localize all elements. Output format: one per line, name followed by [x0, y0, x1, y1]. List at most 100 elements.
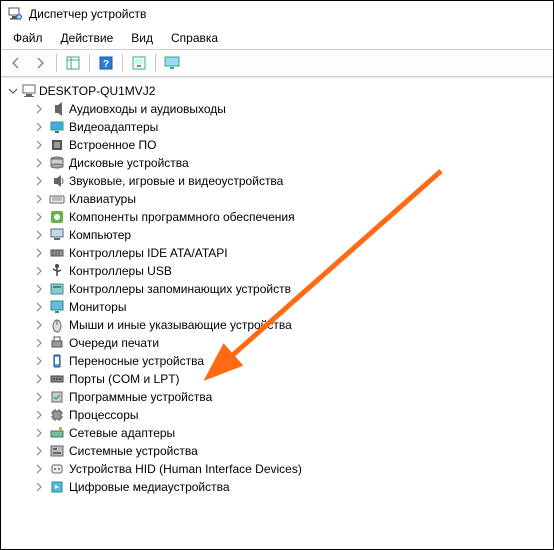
tree-item-label: Встроенное ПО	[69, 138, 156, 152]
tree-item-label: Порты (COM и LPT)	[69, 372, 180, 386]
chevron-right-icon[interactable]	[33, 445, 45, 457]
tree-item[interactable]: Мониторы	[33, 298, 551, 316]
menubar: Файл Действие Вид Справка	[1, 27, 553, 49]
tree-item-label: Устройства HID (Human Interface Devices)	[69, 462, 302, 476]
chevron-right-icon[interactable]	[33, 157, 45, 169]
window-title: Диспетчер устройств	[29, 7, 146, 21]
usb-icon	[49, 263, 65, 279]
back-button[interactable]	[5, 52, 27, 74]
audio-icon	[49, 101, 65, 117]
tree-item-label: Дисковые устройства	[69, 156, 189, 170]
printqueue-icon	[49, 335, 65, 351]
tree-item[interactable]: Контроллеры USB	[33, 262, 551, 280]
menu-action[interactable]: Действие	[53, 29, 122, 47]
tree-item-label: Процессоры	[69, 408, 139, 422]
monitor-icon	[49, 299, 65, 315]
chevron-right-icon[interactable]	[33, 481, 45, 493]
chevron-right-icon[interactable]	[33, 337, 45, 349]
chevron-right-icon[interactable]	[33, 373, 45, 385]
tree-item-label: Клавиатуры	[69, 192, 136, 206]
disk-icon	[49, 155, 65, 171]
tree-item-label: Компьютер	[69, 228, 131, 242]
tree-item[interactable]: Мыши и иные указывающие устройства	[33, 316, 551, 334]
device-manager-icon	[7, 6, 23, 22]
ide-icon	[49, 245, 65, 261]
tree-item[interactable]: Компьютер	[33, 226, 551, 244]
chevron-right-icon[interactable]	[33, 121, 45, 133]
tree-item-label: Контроллеры USB	[69, 264, 172, 278]
menu-help[interactable]: Справка	[163, 29, 226, 47]
computer-icon	[21, 83, 37, 99]
tree-item[interactable]: Цифровые медиаустройства	[33, 478, 551, 496]
tree-item[interactable]: Переносные устройства	[33, 352, 551, 370]
chevron-right-icon[interactable]	[33, 175, 45, 187]
chevron-right-icon[interactable]	[33, 427, 45, 439]
titlebar: Диспетчер устройств	[1, 1, 553, 27]
softdev-icon	[49, 389, 65, 405]
tree-item-label: Контроллеры запоминающих устройств	[69, 282, 291, 296]
hid-icon	[49, 461, 65, 477]
tree-item-label: Контроллеры IDE ATA/ATAPI	[69, 246, 228, 260]
tree-item[interactable]: Клавиатуры	[33, 190, 551, 208]
tree-item-label: Видеоадаптеры	[69, 120, 158, 134]
chevron-right-icon[interactable]	[33, 265, 45, 277]
help-button[interactable]: ?	[95, 52, 117, 74]
tree-item[interactable]: Сетевые адаптеры	[33, 424, 551, 442]
tree-item[interactable]: Системные устройства	[33, 442, 551, 460]
chevron-right-icon[interactable]	[33, 139, 45, 151]
tree-item[interactable]: Устройства HID (Human Interface Devices)	[33, 460, 551, 478]
storage-icon	[49, 281, 65, 297]
device-tree[interactable]: DESKTOP-QU1MVJ2 Аудиовходы и аудиовыходы…	[1, 77, 553, 549]
menu-view[interactable]: Вид	[123, 29, 161, 47]
tree-item-label: Компоненты программного обеспечения	[69, 210, 295, 224]
network-icon	[49, 425, 65, 441]
chevron-right-icon[interactable]	[33, 283, 45, 295]
chevron-right-icon[interactable]	[33, 301, 45, 313]
tree-item-label: Мыши и иные указывающие устройства	[69, 318, 292, 332]
menu-file[interactable]: Файл	[5, 29, 51, 47]
monitor-button[interactable]	[161, 52, 183, 74]
chevron-right-icon[interactable]	[33, 247, 45, 259]
toolbar-separator	[89, 54, 90, 72]
tree-item[interactable]: Встроенное ПО	[33, 136, 551, 154]
chevron-down-icon[interactable]	[7, 85, 19, 97]
scan-hardware-button[interactable]	[128, 52, 150, 74]
chevron-right-icon[interactable]	[33, 211, 45, 223]
software-icon	[49, 209, 65, 225]
mouse-icon	[49, 317, 65, 333]
chevron-right-icon[interactable]	[33, 355, 45, 367]
sound-icon	[49, 173, 65, 189]
system-icon	[49, 443, 65, 459]
svg-text:?: ?	[103, 59, 109, 70]
chevron-right-icon[interactable]	[33, 409, 45, 421]
chevron-right-icon[interactable]	[33, 319, 45, 331]
display-icon	[49, 119, 65, 135]
chevron-right-icon[interactable]	[33, 391, 45, 403]
tree-item[interactable]: Дисковые устройства	[33, 154, 551, 172]
tree-item[interactable]: Звуковые, игровые и видеоустройства	[33, 172, 551, 190]
chevron-right-icon[interactable]	[33, 193, 45, 205]
tree-item[interactable]: Видеоадаптеры	[33, 118, 551, 136]
show-hide-tree-button[interactable]	[62, 52, 84, 74]
tree-item[interactable]: Процессоры	[33, 406, 551, 424]
chevron-right-icon[interactable]	[33, 229, 45, 241]
tree-item[interactable]: Контроллеры запоминающих устройств	[33, 280, 551, 298]
tree-item-label: Очереди печати	[69, 336, 159, 350]
tree-item[interactable]: Контроллеры IDE ATA/ATAPI	[33, 244, 551, 262]
chevron-right-icon[interactable]	[33, 103, 45, 115]
firmware-icon	[49, 137, 65, 153]
tree-item-label: Системные устройства	[69, 444, 198, 458]
tree-item[interactable]: Порты (COM и LPT)	[33, 370, 551, 388]
toolbar-separator	[122, 54, 123, 72]
chevron-right-icon[interactable]	[33, 463, 45, 475]
tree-item[interactable]: Аудиовходы и аудиовыходы	[33, 100, 551, 118]
tree-item[interactable]: Очереди печати	[33, 334, 551, 352]
tree-item[interactable]: Программные устройства	[33, 388, 551, 406]
forward-button[interactable]	[29, 52, 51, 74]
toolbar-separator	[155, 54, 156, 72]
tree-item[interactable]: Компоненты программного обеспечения	[33, 208, 551, 226]
computer-icon	[49, 227, 65, 243]
tree-root[interactable]: DESKTOP-QU1MVJ2	[3, 82, 551, 100]
tree-item-label: Переносные устройства	[69, 354, 204, 368]
portable-icon	[49, 353, 65, 369]
